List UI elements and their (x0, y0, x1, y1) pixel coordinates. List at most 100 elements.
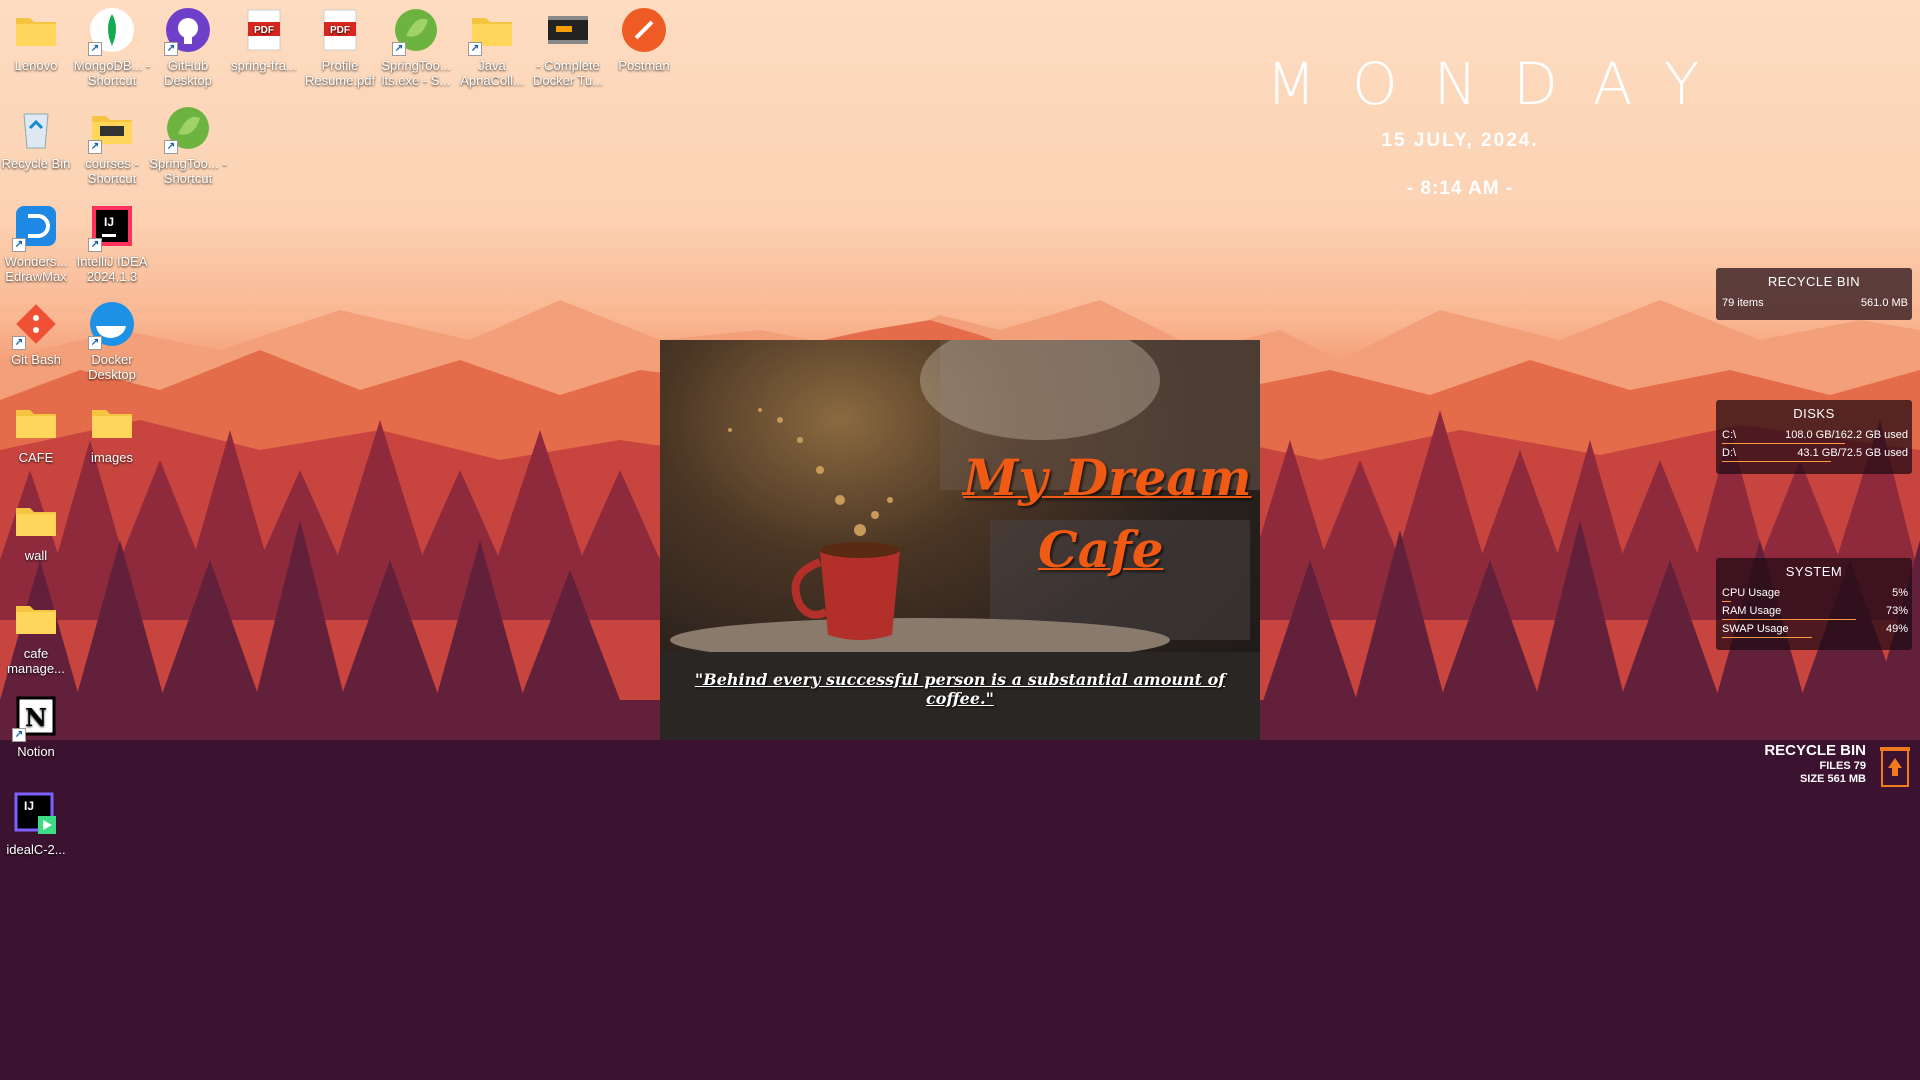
desktop-icon-images[interactable]: images (74, 398, 150, 465)
shortcut-arrow-icon: ↗ (164, 140, 178, 154)
desktop-icon-label: Docker Desktop (88, 352, 136, 382)
desktop-icon-java-apnacoll[interactable]: ↗ Java ApnaColl... (454, 6, 530, 88)
desktop-icon-intellij-idea-2024-1-3[interactable]: IJ ↗ IntelliJ IDEA 2024.1.3 (74, 202, 150, 284)
desktop-icon-label: MongoDB... - Shortcut (73, 58, 151, 88)
desktop-icon-label: Profile Resume.pdf (304, 58, 376, 88)
date-text: 15 JULY, 2024. (1381, 130, 1539, 151)
cpu-label: CPU Usage (1722, 587, 1781, 599)
recycle-panel-title: RECYCLE BIN (1767, 274, 1861, 289)
disk-d-bar (1722, 461, 1832, 462)
git-icon: ↗ (12, 300, 60, 350)
desktop-icon-profile-resume-pdf[interactable]: PDF Profile Resume.pdf (302, 6, 378, 88)
cpu-bar (1722, 601, 1732, 602)
desktop-icon-label: spring-fra... (231, 58, 297, 73)
desktop-icon-label: cafe manage... (7, 646, 65, 676)
edrawmax-icon: ↗ (12, 202, 60, 252)
video-icon (544, 6, 592, 54)
folder-icon: ↗ (468, 6, 516, 56)
recycle-size-text: 561.0 MB (1860, 297, 1908, 309)
swap-row: SWAP Usage 49% (1716, 621, 1912, 639)
desktop-icon-label: Notion (17, 744, 55, 759)
desktop-icon-complete-docker-tu[interactable]: - Complete Docker Tu... (530, 6, 606, 88)
folder-shortcut-icon: ↗ (88, 104, 136, 154)
desktop-icon-docker-desktop[interactable]: ↗ Docker Desktop (74, 300, 150, 382)
disk-d-value: 43.1 GB/72.5 GB used (1797, 447, 1908, 459)
ground (0, 740, 1920, 1080)
shortcut-arrow-icon: ↗ (12, 728, 26, 742)
cafe-title-line1: My Dream (963, 448, 1252, 507)
system-panel-title: SYSTEM (1785, 564, 1843, 579)
ram-row: RAM Usage 73% (1716, 603, 1912, 621)
desktop-icon-label: Recycle Bin (1, 156, 71, 171)
desktop-icon-label: Java ApnaColl... (460, 58, 524, 88)
recycle-bin-icon (1880, 747, 1910, 787)
ram-bar (1722, 619, 1857, 620)
disks-panel-title: DISKS (1793, 406, 1835, 421)
desktop-icon-cafe[interactable]: CAFE (0, 398, 74, 465)
intellij-icon: IJ ↗ (88, 202, 136, 252)
shortcut-arrow-icon: ↗ (12, 238, 26, 252)
folder-icon (12, 6, 60, 54)
desktop-icon-spring-fra[interactable]: PDF spring-fra... (226, 6, 302, 73)
disk-row-c[interactable]: C:\ 108.0 GB/162.2 GB used (1716, 427, 1912, 445)
desktop-icon-label: IntelliJ IDEA 2024.1.3 (76, 254, 148, 284)
intellij-installer-icon: IJ (12, 790, 60, 838)
desktop-icon-git-bash[interactable]: ↗ Git Bash (0, 300, 74, 367)
disk-row-d[interactable]: D:\ 43.1 GB/72.5 GB used (1716, 445, 1912, 463)
desktop-icon-label: Lenovo (14, 58, 58, 73)
day-widget: MONDAY 15 JULY, 2024. - 8:14 AM - (1230, 50, 1736, 200)
cafe-image: My Dream Cafe "Behind every successful p… (660, 340, 1260, 740)
day-name: MONDAY (1266, 50, 1736, 118)
desktop-icon-wonders-edrawmax[interactable]: ↗ Wonders... EdrawMax (0, 202, 74, 284)
pdf-icon: PDF (316, 6, 364, 54)
shortcut-arrow-icon: ↗ (164, 42, 178, 56)
desktop-icon-cafe-manage[interactable]: cafe manage... (0, 594, 74, 676)
folder-icon (12, 496, 60, 544)
shortcut-arrow-icon: ↗ (468, 42, 482, 56)
folder-icon (12, 398, 60, 446)
desktop-icon-recycle-bin[interactable]: Recycle Bin (0, 104, 74, 171)
recycle-bin-icon (12, 104, 60, 152)
folder-icon (88, 398, 136, 446)
recycle-panel-row: 79 items 561.0 MB (1716, 295, 1912, 313)
postman-icon (620, 6, 668, 54)
spring-icon: ↗ (164, 104, 212, 154)
docker-icon: ↗ (88, 300, 136, 350)
ram-value: 73% (1885, 605, 1908, 617)
desktop-icon-label: CAFE (18, 450, 54, 465)
disk-d-label: D:\ (1722, 447, 1737, 459)
desktop-icon-postman[interactable]: Postman (606, 6, 682, 73)
desktop-icon-github-desktop[interactable]: ↗ GitHub Desktop (150, 6, 226, 88)
desktop-icon-courses-shortcut[interactable]: ↗ courses - Shortcut (74, 104, 150, 186)
ram-label: RAM Usage (1722, 605, 1782, 617)
desktop-icon-notion[interactable]: N ↗ Notion (0, 692, 74, 759)
svg-text:IJ: IJ (24, 799, 34, 813)
recycle-bin-panel[interactable]: RECYCLE BIN 79 items 561.0 MB (1716, 268, 1912, 320)
desktop-icon-label: Git Bash (11, 352, 61, 367)
desktop-icon-lenovo[interactable]: Lenovo (0, 6, 74, 73)
desktop-icon-wall[interactable]: wall (0, 496, 74, 563)
recycle-bin-widget[interactable]: RECYCLE BIN FILES 79 SIZE 561 MB (1740, 740, 1916, 796)
swap-label: SWAP Usage (1722, 623, 1789, 635)
swap-bar (1722, 637, 1813, 638)
desktop-icon-label: idealC-2... (6, 842, 66, 857)
system-panel: SYSTEM CPU Usage 5% RAM Usage 73% SWAP U… (1716, 558, 1912, 650)
time-text: - 8:14 AM - (1406, 178, 1514, 199)
coffee-splash (728, 408, 893, 536)
disk-c-bar (1722, 443, 1845, 444)
desktop-icon-idealc-2[interactable]: IJ idealC-2... (0, 790, 74, 857)
disks-panel: DISKS C:\ 108.0 GB/162.2 GB used D:\ 43.… (1716, 400, 1912, 474)
folder-icon (12, 594, 60, 642)
notion-icon: N ↗ (12, 692, 60, 742)
desktop-icon-springtoo-lts-exe-s[interactable]: ↗ SpringToo... lts.exe - S... (378, 6, 454, 88)
desktop-icon-springtoo-shortcut[interactable]: ↗ SpringToo... - Shortcut (149, 104, 227, 186)
cafe-quote: "Behind every successful person is a sub… (694, 670, 1226, 708)
disk-c-label: C:\ (1722, 429, 1737, 441)
desktop-icon-mongodb-shortcut[interactable]: ↗ MongoDB... - Shortcut (74, 6, 150, 88)
shortcut-arrow-icon: ↗ (88, 238, 102, 252)
desktop-icon-label: SpringToo... - Shortcut (149, 156, 227, 186)
svg-text:PDF: PDF (330, 25, 350, 36)
coffee-cup (820, 550, 900, 640)
cpu-value: 5% (1892, 587, 1908, 599)
spring-icon: ↗ (392, 6, 440, 56)
